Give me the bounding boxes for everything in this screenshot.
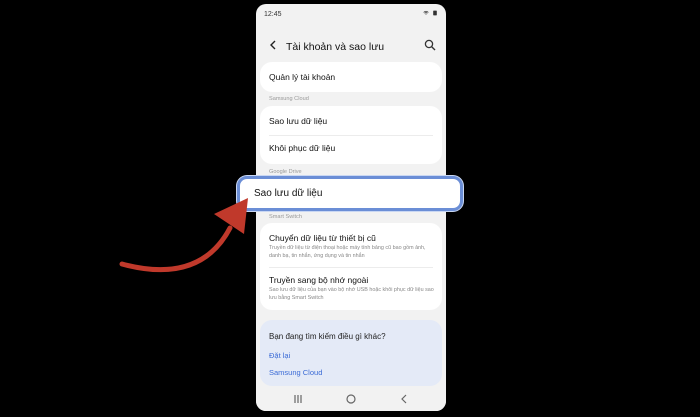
samsung-restore-item[interactable]: Khôi phục dữ liệu — [269, 143, 335, 153]
back-button[interactable] — [266, 38, 280, 52]
samsung-backup-item[interactable]: Sao lưu dữ liệu — [269, 116, 327, 126]
suggestion-title: Bạn đang tìm kiếm điều gì khác? — [269, 332, 386, 341]
app-header: Tài khoản và sao lưu — [256, 30, 446, 64]
section-label-smart-switch: Smart Switch — [269, 214, 302, 220]
page-title: Tài khoản và sao lưu — [286, 41, 385, 53]
highlighted-google-backup-item[interactable]: Sao lưu dữ liệu — [237, 176, 463, 211]
status-bar: 12:45 — [256, 4, 446, 26]
smart-switch-card: Chuyển dữ liệu từ thiết bị cũ Truyền dữ … — [260, 223, 442, 310]
battery-icon — [433, 10, 437, 16]
search-icon[interactable] — [424, 39, 436, 51]
transfer-old-device-desc: Truyền dữ liệu từ điện thoại hoặc máy tí… — [269, 245, 426, 259]
highlight-label: Sao lưu dữ liệu — [254, 188, 323, 199]
recent-apps-icon[interactable] — [292, 393, 304, 405]
transfer-external-item[interactable]: Truyền sang bộ nhớ ngoài — [269, 275, 368, 285]
navigation-bar — [256, 386, 446, 411]
status-icons — [423, 10, 438, 16]
transfer-external-desc: Sao lưu dữ liệu của bạn vào bộ nhớ USB h… — [269, 287, 434, 301]
divider — [269, 135, 433, 136]
home-icon[interactable] — [345, 393, 357, 405]
transfer-old-device-item[interactable]: Chuyển dữ liệu từ thiết bị cũ — [269, 233, 376, 243]
section-label-google-drive: Google Drive — [269, 169, 302, 175]
status-time: 12:45 — [264, 11, 282, 18]
back-nav-icon[interactable] — [398, 393, 410, 405]
section-label-samsung-cloud: Samsung Cloud — [269, 96, 309, 102]
suggestion-card: Bạn đang tìm kiếm điều gì khác? Đặt lại … — [260, 320, 442, 386]
account-manage-item[interactable]: Quản lý tài khoản — [269, 72, 335, 82]
wifi-icon — [423, 10, 429, 15]
divider — [269, 267, 433, 268]
samsung-cloud-link[interactable]: Samsung Cloud — [269, 368, 322, 377]
account-card: Quản lý tài khoản — [260, 62, 442, 92]
reset-link[interactable]: Đặt lại — [269, 351, 290, 360]
back-arrow-icon — [270, 40, 276, 50]
samsung-cloud-card: Sao lưu dữ liệu Khôi phục dữ liệu — [260, 106, 442, 164]
